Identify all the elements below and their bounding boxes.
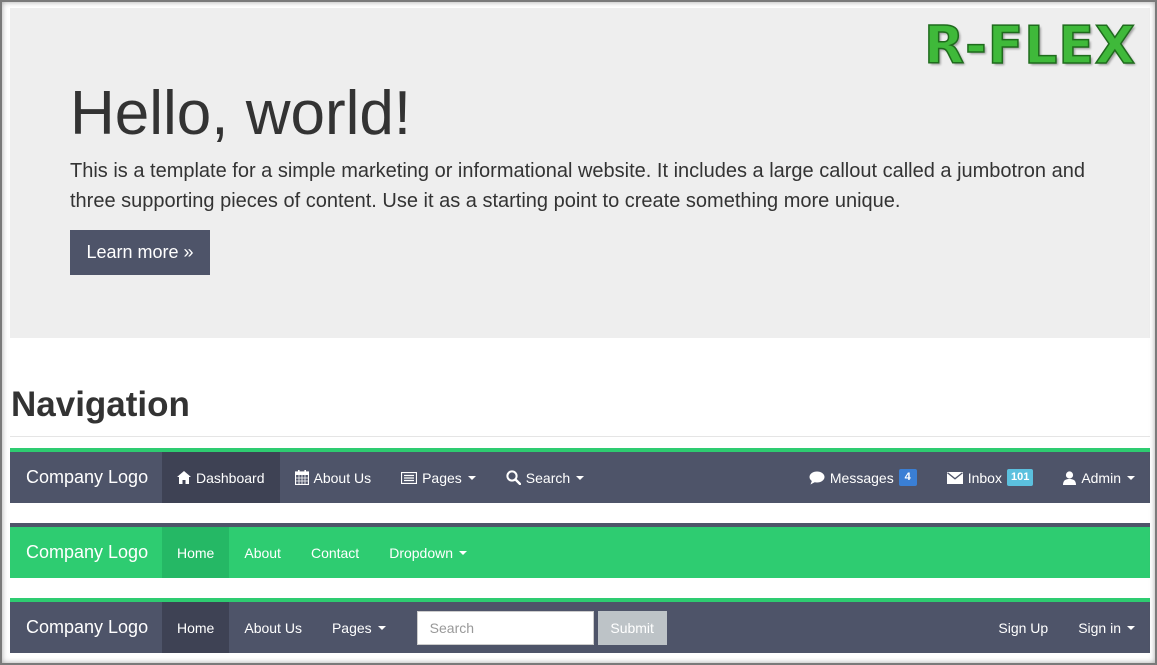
nav-item-sign-up[interactable]: Sign Up [983,602,1063,653]
nav-item-label: Messages [829,469,894,486]
navbar-green: Company Logo Home About Contact Dropdown [10,523,1150,578]
nav-item-label: Pages [422,469,462,486]
search-input[interactable] [416,610,594,645]
nav-item-pages[interactable]: Pages [386,452,491,503]
caret-down-icon [467,475,476,480]
calendar-icon [294,470,309,485]
nav-item-label: Sign Up [998,619,1049,636]
jumbotron-title: Hello, world! [70,79,412,148]
search-form: Submit [401,602,682,653]
caret-down-icon [1127,475,1135,480]
nav-item-label: Search [525,469,571,486]
nav-item-label: About Us [244,619,302,636]
nav-item-label: Sign in [1078,619,1121,636]
nav-item-about[interactable]: About [229,527,296,578]
caret-down-icon [576,475,585,480]
nav-item-home[interactable]: Home [162,527,230,578]
nav-item-sign-in[interactable]: Sign in [1063,602,1150,653]
search-icon [506,470,521,485]
nav-item-messages[interactable]: Messages 4 [794,452,932,503]
nav-item-label: Pages [331,619,372,636]
nav-item-admin[interactable]: Admin [1048,452,1150,503]
envelope-icon [946,471,963,484]
nav-item-contact[interactable]: Contact [296,527,374,578]
section-title: Navigation [11,385,190,424]
navbar-dashboard: Company Logo Dashboard About Us Pages Se… [10,448,1150,503]
submit-button[interactable]: Submit [597,610,667,645]
nav-item-label: Admin [1081,469,1121,486]
learn-more-button[interactable]: Learn more » [70,230,210,275]
nav-item-label: Inbox [967,469,1002,486]
home-icon [177,471,191,484]
nav-item-label: About Us [313,469,372,486]
nav-item-label: Dropdown [389,544,454,561]
comment-icon [809,471,825,485]
nav-item-label: About [244,544,281,561]
nav-item-search[interactable]: Search [491,452,599,503]
jumbotron-text: This is a template for a simple marketin… [70,160,1085,212]
nav-item-home[interactable]: Home [162,602,230,653]
nav-item-about-us[interactable]: About Us [229,602,317,653]
nav-item-inbox[interactable]: Inbox 101 [932,452,1049,503]
nav-item-label: Dashboard [196,469,265,486]
nav-item-label: Contact [310,544,360,561]
navbar-brand[interactable]: Company Logo [10,527,162,578]
nav-item-pages[interactable]: Pages [317,602,401,653]
nav-item-about-us[interactable]: About Us [280,452,387,503]
inbox-count-badge: 101 [1006,469,1034,486]
jumbotron: R-FLEX Hello, world! This is a template … [10,8,1150,338]
nav-item-dashboard[interactable]: Dashboard [162,452,280,503]
user-icon [1063,470,1077,485]
caret-down-icon [377,625,386,630]
rflex-logo: R-FLEX [923,16,1136,76]
caret-down-icon [459,550,468,555]
navbar-search: Company Logo Home About Us Pages Submit … [10,598,1150,653]
navbar-brand[interactable]: Company Logo [10,452,162,503]
nav-item-dropdown[interactable]: Dropdown [374,527,482,578]
list-icon [401,471,418,484]
caret-down-icon [1127,625,1135,630]
navbar-brand[interactable]: Company Logo [10,602,162,653]
messages-count-badge: 4 [898,469,917,486]
nav-item-label: Home [177,619,215,636]
nav-item-label: Home [177,544,215,561]
section-divider [10,436,1150,437]
